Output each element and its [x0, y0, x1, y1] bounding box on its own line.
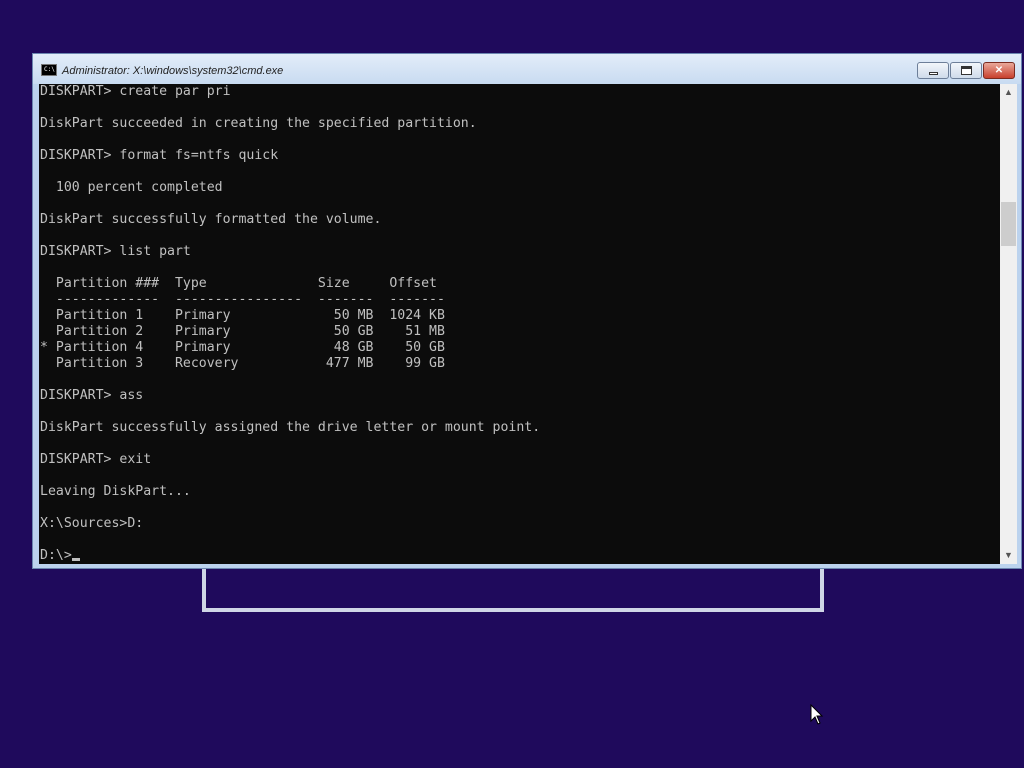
console-line: D:\>	[40, 548, 540, 564]
console-line: Partition 2 Primary 50 GB 51 MB	[40, 324, 445, 339]
console-output[interactable]: DISKPART> create par pri DiskPart succeed…	[39, 84, 1000, 564]
console-line: DiskPart successfully assigned the drive…	[40, 420, 541, 435]
console-line: DISKPART> exit	[40, 452, 152, 467]
console-line: DiskPart successfully formatted the volu…	[40, 212, 382, 227]
console-line: Partition 3 Recovery 477 MB 99 GB	[40, 356, 445, 371]
console-line: X:\Sources>D:	[40, 516, 144, 531]
console-line: Partition ### Type Size Offset	[40, 276, 437, 291]
scroll-thumb[interactable]	[1001, 201, 1016, 246]
close-icon: ✕	[994, 65, 1004, 76]
minimize-button[interactable]	[917, 62, 949, 79]
close-button[interactable]: ✕	[983, 62, 1015, 79]
restore-icon	[961, 66, 972, 75]
caption-buttons: ✕	[916, 62, 1015, 80]
console-line: Leaving DiskPart...	[40, 484, 191, 499]
console-line: 100 percent completed	[40, 180, 223, 195]
vertical-scrollbar[interactable]: ▲ ▼	[1000, 84, 1017, 564]
console-line: ------------- ---------------- ------- -…	[40, 292, 445, 307]
cmd-icon-label: C:\	[44, 66, 55, 73]
console-line: Partition 1 Primary 50 MB 1024 KB	[40, 308, 445, 323]
text-cursor	[71, 558, 80, 561]
scroll-up-arrow-icon[interactable]: ▲	[1000, 84, 1017, 101]
console-lines: DISKPART> create par pri DiskPart succeed…	[40, 84, 540, 564]
desktop-background: C:\ Administrator: X:\windows\system32\c…	[0, 0, 1024, 768]
console-line: DISKPART> format fs=ntfs quick	[40, 148, 279, 163]
console-line: DISKPART> list part	[40, 244, 191, 259]
console-line: DISKPART> create par pri	[40, 84, 231, 99]
scroll-down-arrow-icon[interactable]: ▼	[1000, 547, 1017, 564]
minimize-icon	[929, 72, 938, 75]
console-line: DiskPart succeeded in creating the speci…	[40, 116, 477, 131]
window-title: Administrator: X:\windows\system32\cmd.e…	[62, 65, 284, 77]
console-line: DISKPART> ass	[40, 388, 144, 403]
cmd-icon: C:\	[41, 64, 57, 76]
title-bar[interactable]: C:\ Administrator: X:\windows\system32\c…	[33, 54, 1021, 84]
mouse-pointer-icon	[810, 704, 824, 725]
console-line: * Partition 4 Primary 48 GB 50 GB	[40, 340, 445, 355]
cmd-window[interactable]: C:\ Administrator: X:\windows\system32\c…	[32, 53, 1022, 569]
maximize-button[interactable]	[950, 62, 982, 79]
